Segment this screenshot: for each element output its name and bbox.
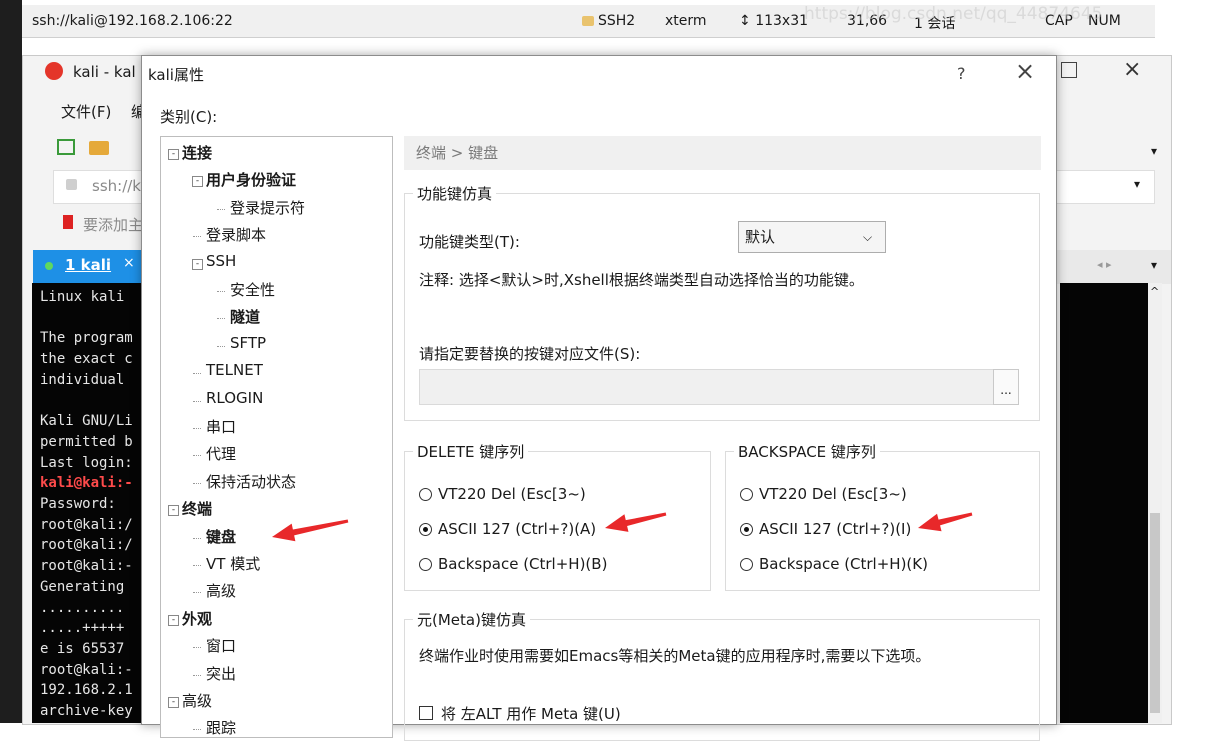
annotation-layer <box>272 512 973 542</box>
delete-ascii-pointer-arrow <box>605 512 667 532</box>
keyboard-pointer-arrow <box>272 519 349 542</box>
tree-connector <box>193 729 201 731</box>
backspace-ascii-pointer-arrow <box>918 512 973 532</box>
